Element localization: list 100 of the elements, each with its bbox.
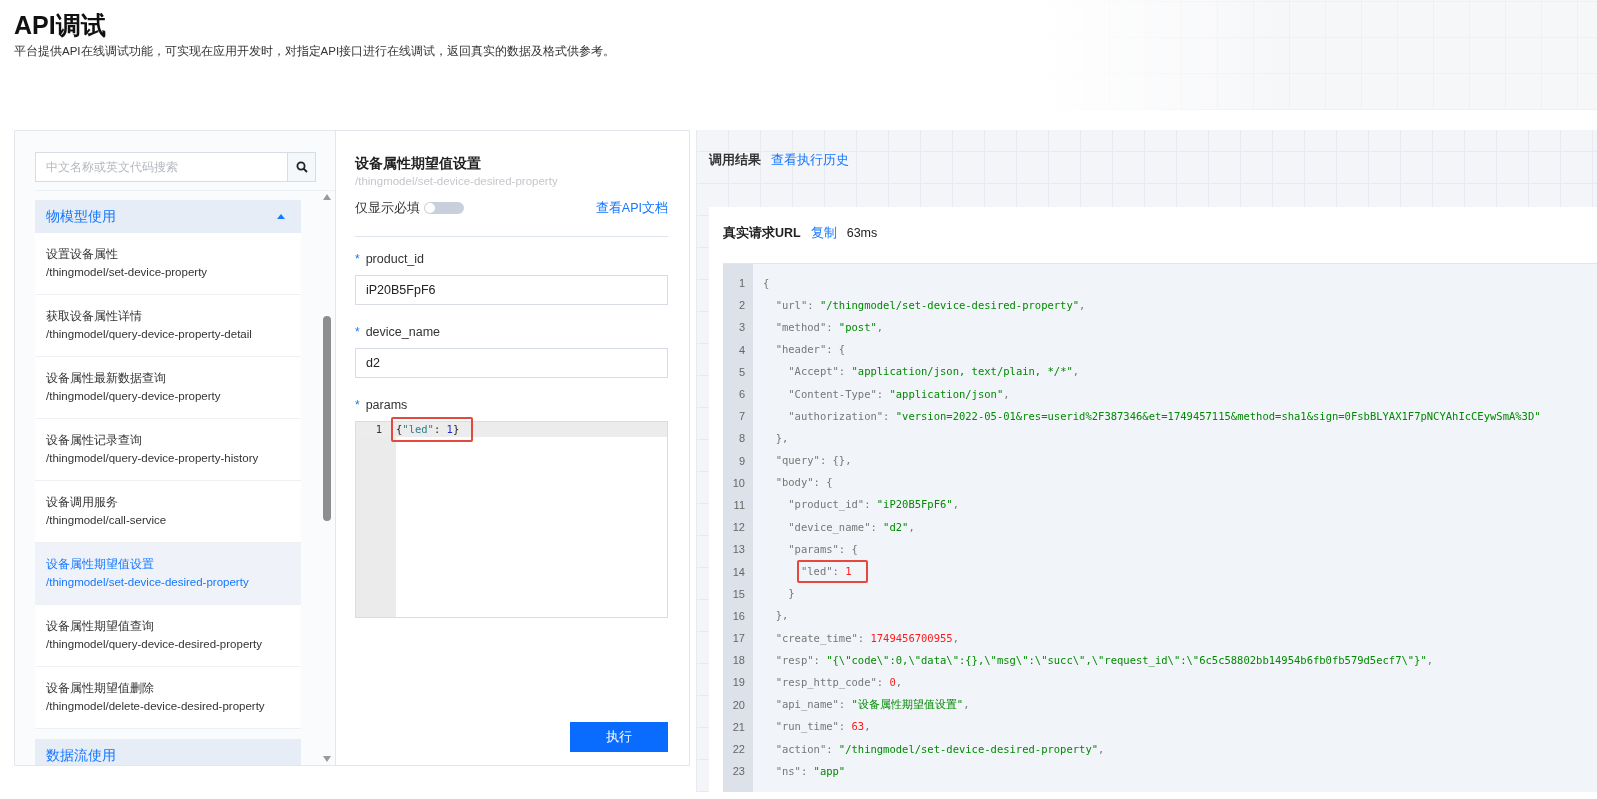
code-line: "authorization": "version=2022-05-01&res=userid%2F387346&et=1749457115&method=sha1&sign=0FsbBLYAX1F7pNCYAhIcCEywSmA%3D"	[787, 408, 1541, 424]
line-number: 14	[731, 565, 745, 578]
code-line: "run_time": 63,	[774, 719, 871, 735]
code-line: "device_name": "d2",	[787, 519, 915, 535]
line-number: 19	[731, 676, 745, 689]
api-name: 设备属性最新数据查询	[46, 370, 167, 387]
api-name: 设备属性期望值设置	[46, 556, 155, 573]
code-line: "body": {	[774, 475, 833, 491]
required-mark: *	[355, 325, 360, 339]
line-number: 15	[731, 587, 745, 600]
page-description: 平台提供API在线调试功能，可实现在应用开发时，对指定API接口进行在线调试，返回真实的数据及格式供参考。	[14, 44, 616, 59]
line-number: 7	[737, 410, 745, 423]
scroll-up-icon	[322, 193, 332, 201]
api-name: 设置设备属性	[46, 246, 119, 263]
api-title: 设备属性期望值设置	[355, 155, 482, 173]
search-button[interactable]	[287, 152, 316, 182]
line-number: 6	[737, 388, 745, 401]
api-list-item[interactable]: 设备属性记录查询 /thingmodel/query-device-property-history	[35, 419, 301, 481]
toggle-switch[interactable]	[424, 202, 464, 214]
search-icon	[295, 161, 308, 173]
api-path: /thingmodel/query-device-property-detail	[46, 327, 253, 342]
api-list-item[interactable]: 设备属性期望值设置 /thingmodel/set-device-desired-property	[35, 543, 301, 605]
required-mark: *	[355, 398, 360, 412]
field-label: params	[365, 398, 408, 412]
line-number: 8	[737, 432, 745, 445]
line-number: 1	[374, 422, 382, 437]
duration: 63ms	[846, 226, 878, 240]
code-line: "ns": "app"	[774, 763, 846, 779]
line-number: 3	[737, 321, 745, 334]
code-line: "Content-Type": "application/json",	[787, 386, 1010, 402]
code-line: "product_id": "iP20B5FpF6",	[787, 497, 959, 513]
highlighted-code: {"led": 1}	[391, 417, 474, 442]
line-number: 13	[731, 543, 745, 556]
line-number: 11	[732, 498, 745, 511]
api-name: 设备属性期望值查询	[46, 618, 155, 635]
line-number: 22	[731, 743, 745, 756]
search-field[interactable]: 中文名称或英文代码搜索	[35, 152, 287, 182]
api-path: /thingmodel/delete-device-desired-property	[46, 699, 266, 714]
scrollbar-thumb[interactable]	[323, 316, 331, 521]
text-field[interactable]: iP20B5FpF6	[355, 275, 668, 305]
copy-link[interactable]: 复制	[810, 224, 837, 242]
history-link[interactable]: 查看执行历史	[771, 151, 849, 169]
api-name: 设备属性记录查询	[46, 432, 143, 449]
api-list-item[interactable]: 设备属性最新数据查询 /thingmodel/query-device-property	[35, 357, 301, 419]
line-number: 16	[731, 609, 745, 622]
code-line: "create_time": 1749456700955,	[774, 630, 959, 646]
result-title: 调用结果	[709, 151, 761, 169]
highlighted-code: "led": 1	[796, 560, 868, 584]
line-number: 5	[737, 365, 745, 378]
scroll-down-icon	[322, 755, 332, 763]
code-line: {	[763, 275, 770, 291]
line-number: 9	[737, 454, 745, 467]
api-path: /thingmodel/set-device-desired-property	[355, 174, 559, 189]
api-name: 设备调用服务	[46, 494, 119, 511]
code-line: "Accept": "application/json, text/plain, */*",	[787, 364, 1080, 380]
api-doc-link[interactable]: 查看API文档	[595, 199, 668, 217]
line-number: 21	[731, 720, 745, 733]
api-list-item[interactable]: 设备属性期望值查询 /thingmodel/query-device-desired-property	[35, 605, 301, 667]
api-name: 设备属性期望值删除	[46, 680, 155, 697]
code-line: "header": {	[774, 342, 846, 358]
api-list-item[interactable]: 设备属性期望值删除 /thingmodel/delete-device-desired-property	[35, 667, 301, 729]
api-path: /thingmodel/set-device-property	[46, 265, 209, 280]
api-path: /thingmodel/query-device-desired-property	[46, 637, 264, 652]
required-mark: *	[355, 252, 360, 266]
line-number: 18	[731, 654, 745, 667]
group-header[interactable]: 数据流使用	[35, 739, 301, 765]
code-line: "resp_http_code": 0,	[774, 674, 903, 690]
code-line: }	[787, 586, 795, 602]
group-header[interactable]: 物模型使用	[35, 200, 301, 233]
page-title: API调试	[14, 10, 106, 41]
field-label: device_name	[365, 325, 441, 339]
line-number: 23	[731, 765, 745, 778]
api-list-item[interactable]: 设备调用服务 /thingmodel/call-service	[35, 481, 301, 543]
line-number: 17	[731, 632, 745, 645]
line-number: 4	[737, 343, 745, 356]
run-button[interactable]: 执行	[570, 722, 668, 752]
code-line: "resp": "{\"code\":0,\"data\":{},\"msg\":\"succ\",\"request_id\":\"6c5c58802bb14954b6fb0fb579d5ecf7\"}",	[774, 652, 1434, 668]
line-number: 20	[731, 698, 745, 711]
code-line: },	[774, 608, 789, 624]
api-list-item[interactable]: 获取设备属性详情 /thingmodel/query-device-property-detail	[35, 295, 301, 357]
line-number: 2	[737, 299, 745, 312]
code-line: },	[774, 430, 789, 446]
api-path: /thingmodel/set-device-desired-property	[46, 575, 250, 590]
api-path: /thingmodel/query-device-property	[46, 389, 222, 404]
api-path: /thingmodel/call-service	[46, 513, 168, 528]
code-line: "url": "/thingmodel/set-device-desired-property",	[774, 297, 1086, 313]
api-list-item[interactable]: 设置设备属性 /thingmodel/set-device-property	[35, 233, 301, 295]
code-line: "params": {	[787, 541, 858, 557]
code-line: "method": "post",	[774, 319, 884, 335]
line-number: 12	[731, 521, 745, 534]
line-number: 1	[737, 277, 745, 290]
code-line: "action": "/thingmodel/set-device-desired-property",	[774, 741, 1105, 757]
field-label: product_id	[365, 252, 425, 266]
toggle-label: 仅显示必填	[355, 199, 420, 217]
text-field[interactable]: d2	[355, 348, 668, 378]
code-line: "api_name": "设备属性期望值设置",	[774, 697, 970, 713]
api-path: /thingmodel/query-device-property-history	[46, 451, 260, 466]
request-url-label: 真实请求URL	[723, 224, 801, 242]
api-name: 获取设备属性详情	[46, 308, 143, 325]
line-number: 10	[731, 476, 745, 489]
